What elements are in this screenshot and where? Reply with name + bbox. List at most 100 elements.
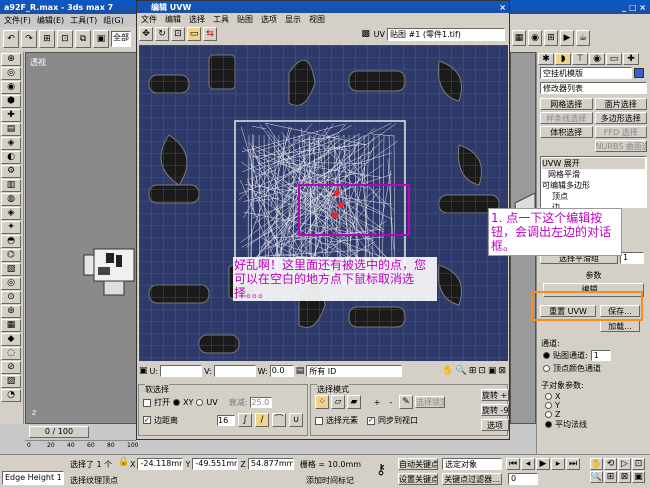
modifier-list-dropdown[interactable]: 修改器列表 xyxy=(540,82,647,94)
quick-render-icon[interactable]: ▶ xyxy=(560,30,574,46)
autokey-button[interactable]: 自动关键点 xyxy=(398,458,438,470)
spline-select-button[interactable]: 样条线选择 xyxy=(540,112,593,124)
key-icon[interactable]: ⚷ xyxy=(376,463,386,477)
map-channel-field[interactable]: 1 xyxy=(590,350,611,361)
left-tool-19-icon[interactable]: ⊛ xyxy=(1,305,21,318)
patch-select-button[interactable]: 面片选择 xyxy=(594,98,647,110)
selection-lock-icon[interactable]: 🔒 xyxy=(118,458,129,467)
display-tab-icon[interactable]: ▭ xyxy=(606,53,622,65)
nurbs-select-button[interactable]: NURBS 曲面选择 xyxy=(594,140,647,152)
paint-select-icon[interactable]: ✎ xyxy=(399,395,413,409)
falloff-fast-icon[interactable]: ∪ xyxy=(289,413,303,427)
left-tool-20-icon[interactable]: ▦ xyxy=(1,319,21,332)
rotate-icon[interactable]: ↻ xyxy=(155,27,169,41)
select-icon[interactable]: ▣ xyxy=(93,30,109,48)
uvw-menu-item[interactable]: 文件 xyxy=(141,14,157,25)
uvw-menu-item[interactable]: 显示 xyxy=(285,14,301,25)
left-tool-15-icon[interactable]: ⌬ xyxy=(1,249,21,262)
stack-meshsmooth[interactable]: 网格平滑 xyxy=(542,169,645,180)
zoom-icon[interactable]: 🔍 xyxy=(456,366,467,376)
left-tool-4-icon[interactable]: ⬢ xyxy=(1,95,21,108)
grow-button[interactable]: + xyxy=(371,398,383,407)
prev-frame-icon[interactable]: ◂ xyxy=(521,458,535,470)
undo-icon[interactable]: ↶ xyxy=(3,30,19,48)
volume-select-button[interactable]: 体积选择 xyxy=(540,126,593,138)
uvw-menu-item[interactable]: 视图 xyxy=(309,14,325,25)
utilities-tab-icon[interactable]: ✚ xyxy=(623,53,639,65)
left-tool-21-icon[interactable]: ◆ xyxy=(1,333,21,346)
motion-tab-icon[interactable]: ◉ xyxy=(589,53,605,65)
left-tool-7-icon[interactable]: ◈ xyxy=(1,137,21,150)
maxscript-listener[interactable]: Edge Height 1 xyxy=(2,471,64,485)
timeline-ticks[interactable]: 0 20 40 60 80 100 xyxy=(25,440,138,452)
perspective-viewport[interactable]: 透视 z xyxy=(25,52,137,424)
uvw-menu-item[interactable]: 工具 xyxy=(213,14,229,25)
uvw-menu-item[interactable]: 选项 xyxy=(261,14,277,25)
falloff-field[interactable]: 25.0 xyxy=(250,397,273,408)
falloff-linear-icon[interactable]: / xyxy=(255,413,269,427)
x-coord-field[interactable]: -24.118mm xyxy=(137,458,184,470)
left-tool-18-icon[interactable]: ⊙ xyxy=(1,291,21,304)
uvw-menu-item[interactable]: 贴图 xyxy=(237,14,253,25)
select-lock-button[interactable]: 选择锁定 xyxy=(415,396,445,408)
zoom-all-view-icon[interactable]: ⊞ xyxy=(604,471,617,483)
viewport-object[interactable] xyxy=(82,243,142,303)
bind-icon[interactable]: ⧉ xyxy=(75,30,91,48)
left-tool-8-icon[interactable]: ◐ xyxy=(1,151,21,164)
w-field[interactable]: 0.0 xyxy=(269,365,294,377)
extents-all-icon[interactable]: ▣ xyxy=(632,471,645,483)
modifier-stack[interactable]: UVW 展开 网格平滑 可编辑多边形 顶点 边 xyxy=(540,156,647,212)
stack-vertex[interactable]: 顶点 xyxy=(542,191,645,202)
key-mode-dropdown[interactable]: 选定对象 xyxy=(442,458,502,470)
y-coord-field[interactable]: -49.551mm xyxy=(192,458,239,470)
redo-icon[interactable]: ↷ xyxy=(21,30,37,48)
scale-icon[interactable]: ⊡ xyxy=(171,27,185,41)
modify-tab-icon[interactable]: ◗ xyxy=(555,53,571,65)
uvw-close-icon[interactable]: × xyxy=(499,3,509,12)
map-dropdown[interactable]: 贴图 #1 (零件1.tif) xyxy=(387,27,505,41)
rotate-n90-button[interactable]: 旋转 -90 xyxy=(481,404,509,416)
left-tool-1-icon[interactable]: ⊕ xyxy=(1,53,21,66)
id-dropdown[interactable]: 所有 ID xyxy=(306,365,403,377)
mesh-select-button[interactable]: 网格选择 xyxy=(540,98,593,110)
options-button[interactable]: 选项 xyxy=(481,419,509,431)
next-frame-icon[interactable]: ▸ xyxy=(551,458,565,470)
left-tool-13-icon[interactable]: ✦ xyxy=(1,221,21,234)
viewport-label[interactable]: 透视 xyxy=(30,57,46,68)
stack-editable-poly[interactable]: 可编辑多边形 xyxy=(542,180,645,191)
key-filters-button[interactable]: 关键点过滤器... xyxy=(442,473,502,485)
lock-w-icon[interactable]: ▤ xyxy=(296,366,305,376)
left-tool-3-icon[interactable]: ◉ xyxy=(1,81,21,94)
left-tool-23-icon[interactable]: ⊘ xyxy=(1,361,21,374)
unlink-icon[interactable]: ⊡ xyxy=(57,30,73,48)
avg-normal-radio[interactable] xyxy=(545,421,552,428)
left-tool-22-icon[interactable]: ◌ xyxy=(1,347,21,360)
edge-mode-icon[interactable]: ▱ xyxy=(331,395,345,409)
pan-view-icon[interactable]: ✋ xyxy=(590,458,603,470)
stack-uvw-unwrap[interactable]: UVW 展开 xyxy=(542,158,645,169)
soft-on-checkbox[interactable] xyxy=(143,398,151,407)
rotate-p90-button[interactable]: 旋转 +90 xyxy=(481,389,509,401)
material-icon[interactable]: ◉ xyxy=(528,30,542,46)
edge-distance-checkbox[interactable]: ✓ xyxy=(143,416,151,424)
left-tool-10-icon[interactable]: ▥ xyxy=(1,179,21,192)
zoom-selected-icon[interactable]: ⊠ xyxy=(498,366,508,376)
zoom-region-icon[interactable]: ⊡ xyxy=(478,366,486,376)
edge-distance-field[interactable]: 16 xyxy=(217,414,235,426)
zoom-view-icon[interactable]: 🔍 xyxy=(590,471,603,483)
move-icon[interactable]: ✥ xyxy=(139,27,153,41)
zoom-all-icon[interactable]: ▣ xyxy=(488,366,497,376)
left-tool-5-icon[interactable]: ✚ xyxy=(1,109,21,122)
left-tool-2-icon[interactable]: ◎ xyxy=(1,67,21,80)
falloff-smooth-icon[interactable]: ∫ xyxy=(238,413,252,427)
teapot-icon[interactable]: ☕ xyxy=(576,30,590,46)
left-tool-12-icon[interactable]: ◈ xyxy=(1,207,21,220)
select-element-checkbox[interactable] xyxy=(315,416,323,425)
lock-icon[interactable]: ▣ xyxy=(139,366,148,376)
pan-icon[interactable]: ✋ xyxy=(442,366,453,376)
face-mode-icon[interactable]: ▰ xyxy=(347,395,361,409)
extents-icon[interactable]: ⊠ xyxy=(618,471,631,483)
left-tool-6-icon[interactable]: ▤ xyxy=(1,123,21,136)
mirror-icon[interactable]: ⇆ xyxy=(203,27,217,41)
left-tool-16-icon[interactable]: ▧ xyxy=(1,263,21,276)
